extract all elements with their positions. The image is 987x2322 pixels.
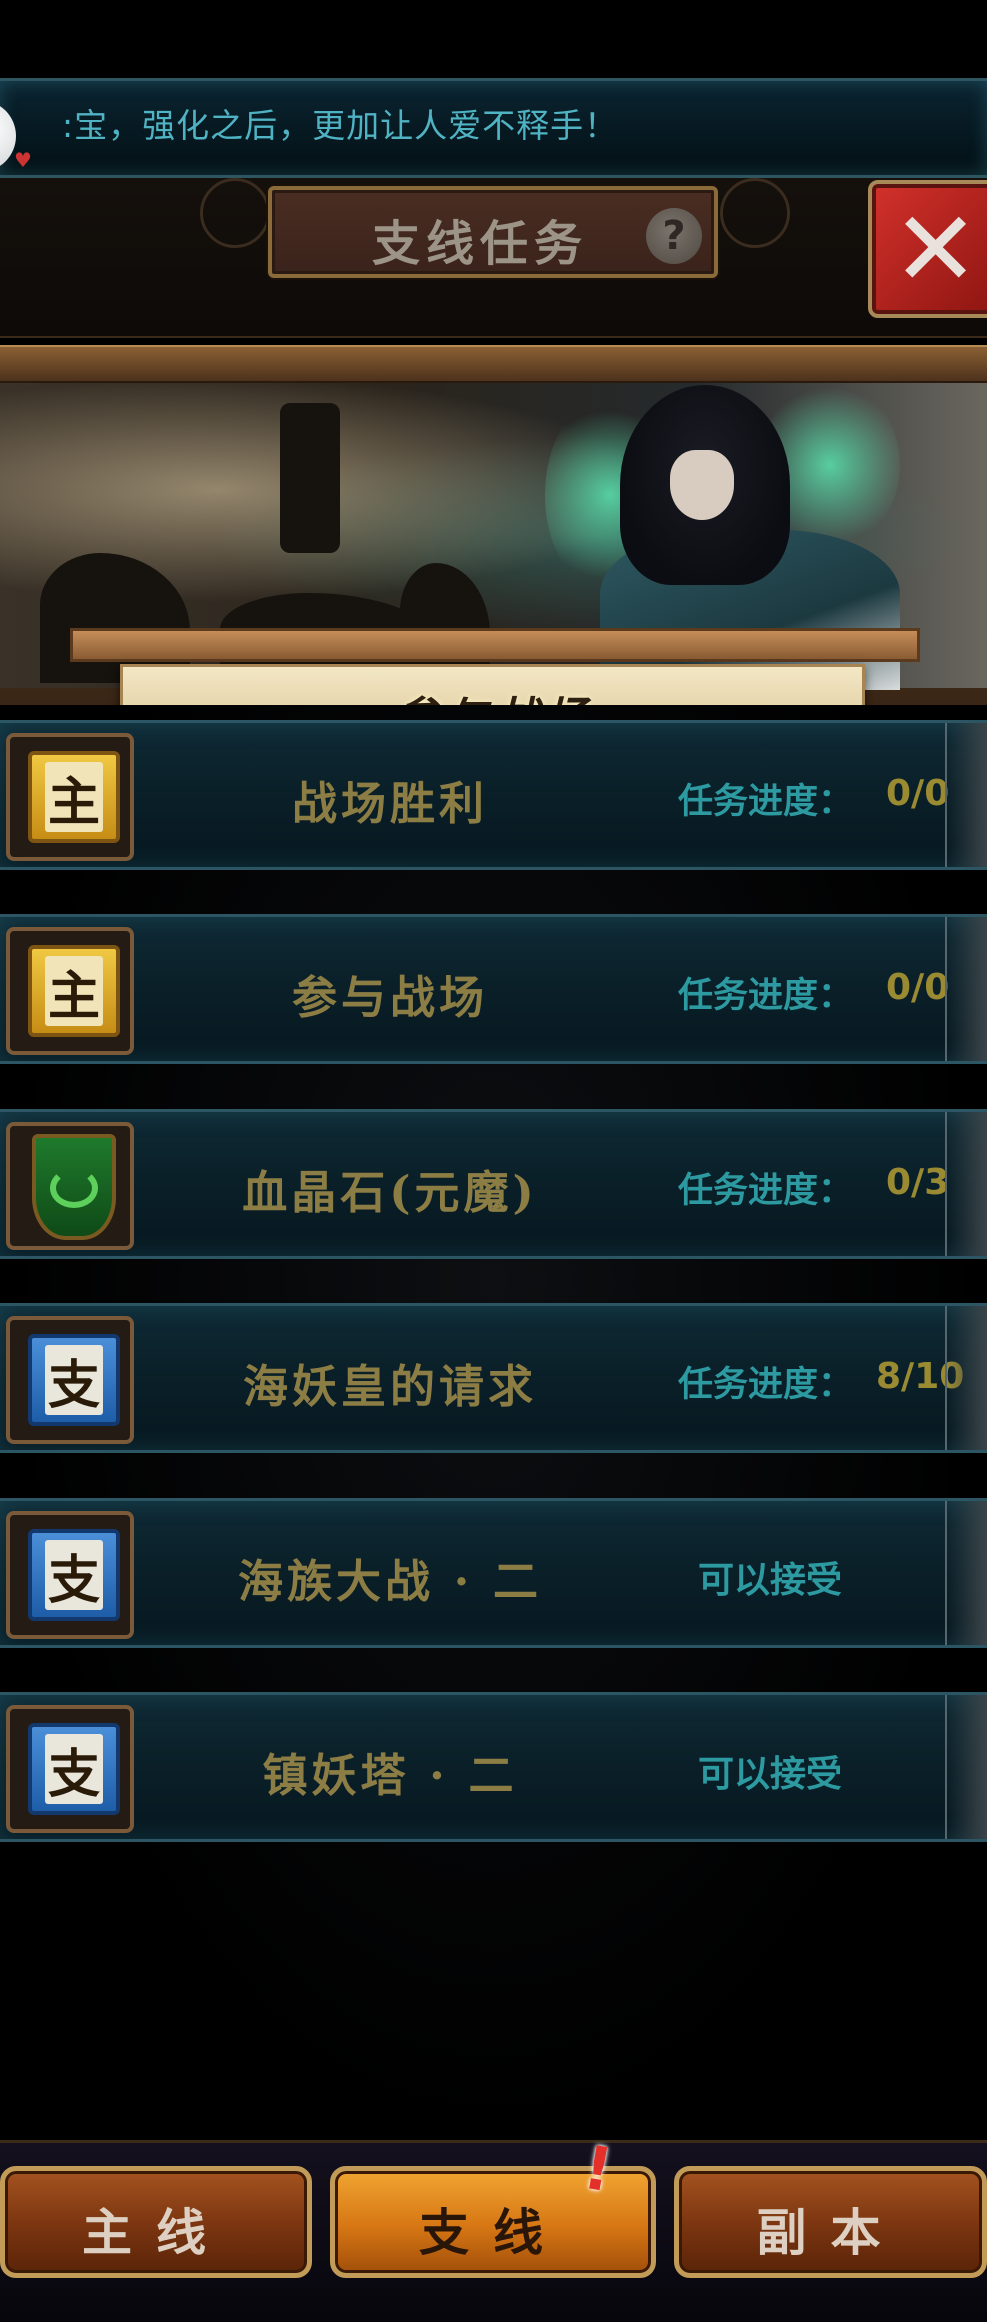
- quest-row[interactable]: 主 战场胜利 任务进度： 0/0: [0, 720, 987, 870]
- quest-icon-frame: 支: [6, 1705, 134, 1833]
- scroll-blue-icon: 支: [28, 1529, 120, 1621]
- tab-dungeon[interactable]: 副本: [674, 2166, 987, 2278]
- quest-icon-frame: 主: [6, 733, 134, 861]
- quest-icon-frame: [6, 1122, 134, 1250]
- scroll-glyph: 主: [47, 965, 100, 1027]
- quest-name: 海妖皇的请求: [242, 1360, 537, 1413]
- scroll-ornament-left: [200, 178, 270, 248]
- banner-top-rail: [0, 345, 987, 383]
- close-icon: ✕: [892, 188, 980, 310]
- announcement-marquee: :宝，强化之后，更加让人爱不释手！: [0, 78, 987, 178]
- quest-row[interactable]: 支 镇妖塔 · 二 可以接受: [0, 1692, 987, 1842]
- close-button[interactable]: ✕: [868, 180, 987, 318]
- quest-name: 镇妖塔 · 二: [262, 1749, 518, 1802]
- progress-label: 任务进度：: [678, 782, 854, 822]
- scroll-gold-icon: 主: [28, 945, 120, 1037]
- accept-status: 可以接受: [698, 1560, 843, 1601]
- quest-name: 血晶石(元魔): [242, 1166, 538, 1219]
- progress-value: 0/0: [886, 773, 950, 814]
- banner-bottom-rail: [70, 628, 920, 662]
- quest-icon-frame: 支: [6, 1511, 134, 1639]
- marquee-text: :宝，强化之后，更加让人爱不释手！: [62, 106, 619, 145]
- progress-value: 8/10: [876, 1356, 965, 1397]
- progress-label: 任务进度：: [678, 1365, 854, 1405]
- scroll-blue-icon: 支: [28, 1334, 120, 1426]
- scroll-ornament-right: [720, 178, 790, 248]
- scroll-glyph: 支: [47, 1549, 100, 1611]
- progress-label: 任务进度：: [678, 1171, 854, 1211]
- tab-main-quest[interactable]: 主线: [0, 2166, 312, 2278]
- quest-name: 海族大战 · 二: [238, 1555, 542, 1608]
- scroll-glyph: 支: [47, 1354, 100, 1416]
- quest-row[interactable]: 支 海妖皇的请求 任务进度： 8/10: [0, 1303, 987, 1453]
- scroll-blue-icon: 支: [28, 1723, 120, 1815]
- scroll-glyph: 主: [47, 771, 100, 833]
- title-plaque: 支线任务 ?: [268, 186, 718, 278]
- quest-row[interactable]: 支 海族大战 · 二 可以接受: [0, 1498, 987, 1648]
- quest-row[interactable]: 主 参与战场 任务进度： 0/0: [0, 914, 987, 1064]
- accept-status: 可以接受: [698, 1754, 843, 1795]
- help-icon[interactable]: ?: [646, 208, 702, 264]
- quest-icon-frame: 主: [6, 927, 134, 1055]
- tab-label: 副本: [756, 2203, 905, 2262]
- character-face: [670, 450, 734, 520]
- quest-name: 战场胜利: [291, 777, 488, 830]
- tab-label: 主线: [82, 2203, 230, 2262]
- scroll-gold-icon: 主: [28, 751, 120, 843]
- heart-icon: ♥: [14, 148, 32, 172]
- quest-row[interactable]: 血晶石(元魔) 任务进度： 0/3: [0, 1109, 987, 1259]
- progress-value: 0/3: [886, 1162, 950, 1203]
- progress-value: 0/0: [886, 967, 950, 1008]
- quest-name: 参与战场: [291, 971, 488, 1024]
- progress-label: 任务进度：: [678, 976, 854, 1016]
- scroll-glyph: 支: [47, 1743, 100, 1805]
- quest-icon-frame: 支: [6, 1316, 134, 1444]
- tower-shape: [280, 403, 340, 553]
- green-banner-icon: [32, 1134, 116, 1240]
